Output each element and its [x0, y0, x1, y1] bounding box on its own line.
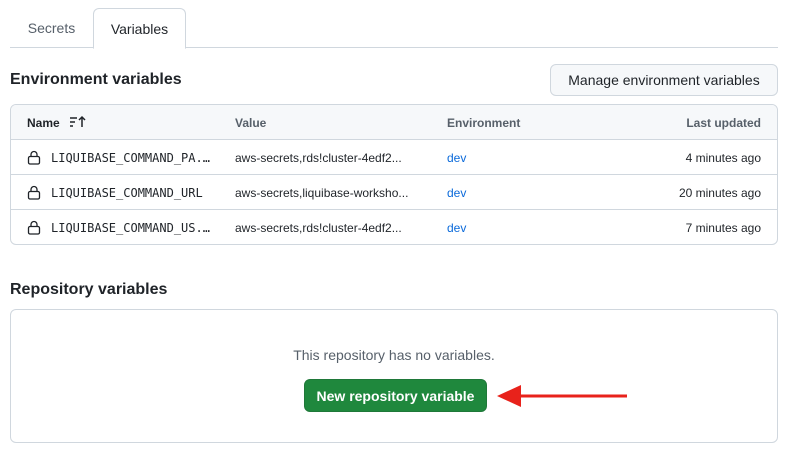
red-arrow-icon [497, 385, 627, 407]
variable-value: aws-secrets,liquibase-worksho... [235, 186, 409, 200]
manage-environment-variables-button[interactable]: Manage environment variables [550, 64, 778, 96]
tab-bar: Secrets Variables [10, 8, 778, 49]
variable-name: LIQUIBASE_COMMAND_US... [51, 221, 216, 235]
variable-last-updated: 4 minutes ago [685, 151, 761, 165]
variable-environment-link[interactable]: dev [447, 186, 466, 200]
column-header-last-updated: Last updated [686, 116, 761, 130]
variable-environment-link[interactable]: dev [447, 221, 466, 235]
empty-state-text: This repository has no variables. [293, 347, 495, 363]
variable-value: aws-secrets,rds!cluster-4edf2... [235, 151, 402, 165]
variable-last-updated: 20 minutes ago [678, 186, 761, 200]
table-header: Name Value Environment Last updated [11, 105, 777, 140]
lock-icon [27, 185, 41, 200]
environment-variables-heading: Environment variables [10, 71, 182, 88]
repository-variables-heading: Repository variables [10, 281, 168, 298]
table-row[interactable]: LIQUIBASE_COMMAND_PA... aws-secrets,rds!… [11, 140, 777, 175]
variable-last-updated: 7 minutes ago [685, 221, 761, 235]
tab-variables[interactable]: Variables [93, 8, 186, 49]
variable-value: aws-secrets,rds!cluster-4edf2... [235, 221, 402, 235]
column-header-value: Value [235, 116, 267, 130]
table-row[interactable]: LIQUIBASE_COMMAND_URL aws-secrets,liquib… [11, 175, 777, 210]
new-repository-variable-button[interactable]: New repository variable [304, 379, 487, 412]
column-header-environment: Environment [447, 116, 521, 130]
tab-secrets[interactable]: Secrets [10, 8, 93, 48]
repository-variables-panel: This repository has no variables. New re… [10, 309, 778, 443]
sort-ascending-icon[interactable] [69, 115, 87, 129]
lock-icon [27, 220, 41, 235]
column-header-name[interactable]: Name [27, 116, 60, 130]
variable-environment-link[interactable]: dev [447, 151, 466, 165]
table-row[interactable]: LIQUIBASE_COMMAND_US... aws-secrets,rds!… [11, 210, 777, 244]
lock-icon [27, 150, 41, 165]
variable-name: LIQUIBASE_COMMAND_URL [51, 186, 203, 200]
variable-name: LIQUIBASE_COMMAND_PA... [51, 151, 216, 165]
environment-variables-table: Name Value Environment Last updated LIQU… [10, 104, 778, 245]
